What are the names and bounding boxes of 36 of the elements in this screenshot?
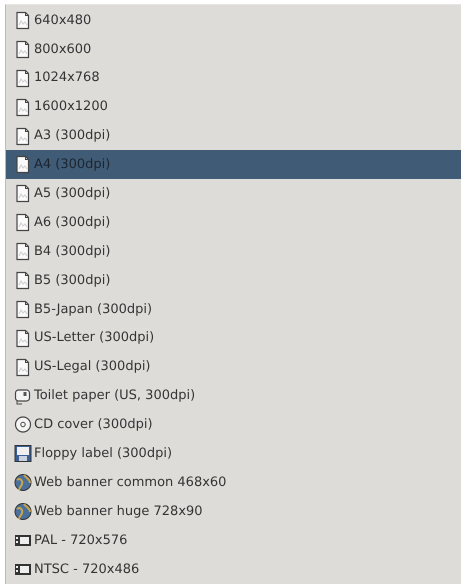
template-item[interactable]: B4 (300dpi)	[6, 237, 461, 266]
page-icon	[14, 300, 32, 319]
template-item[interactable]: B5 (300dpi)	[6, 266, 461, 295]
template-item[interactable]: Toilet paper (US, 300dpi)	[6, 382, 461, 410]
page-icon	[14, 98, 32, 117]
page-icon	[14, 270, 32, 290]
template-item[interactable]: Web banner huge 728x90	[6, 497, 461, 526]
toilet-paper-icon	[14, 386, 32, 406]
template-item[interactable]: A3 (300dpi)	[6, 122, 461, 150]
template-item[interactable]: Floppy label (300dpi)	[6, 439, 461, 468]
template-item[interactable]: NTSC - 720x486	[6, 554, 461, 584]
page-icon	[14, 155, 32, 174]
template-item[interactable]: US-Letter (300dpi)	[6, 324, 461, 353]
page-icon	[14, 328, 32, 348]
page-icon	[14, 68, 32, 88]
globe-icon	[14, 473, 32, 492]
template-item[interactable]: B5-Japan (300dpi)	[6, 294, 461, 324]
page-icon	[14, 358, 32, 377]
template-item[interactable]: CD cover (300dpi)	[6, 410, 461, 440]
template-item[interactable]: A5 (300dpi)	[6, 179, 461, 208]
template-item[interactable]: 1600x1200	[6, 92, 461, 122]
template-item[interactable]: PAL - 720x576	[6, 526, 461, 555]
page-icon	[14, 40, 32, 59]
page-icon	[14, 10, 32, 30]
template-item[interactable]: Web banner common 468x60	[6, 468, 461, 498]
page-icon	[14, 213, 32, 232]
template-item[interactable]: US-Legal (300dpi)	[6, 352, 461, 382]
template-item[interactable]: 1024x768	[6, 64, 461, 93]
template-item[interactable]: 640x480	[6, 6, 461, 35]
disc-icon	[14, 415, 32, 434]
globe-icon	[14, 502, 32, 522]
page-icon	[14, 126, 32, 146]
template-item[interactable]: 800x600	[6, 34, 461, 64]
page-icon	[14, 184, 32, 204]
page-icon	[14, 242, 32, 262]
template-item[interactable]: A6 (300dpi)	[6, 208, 461, 238]
